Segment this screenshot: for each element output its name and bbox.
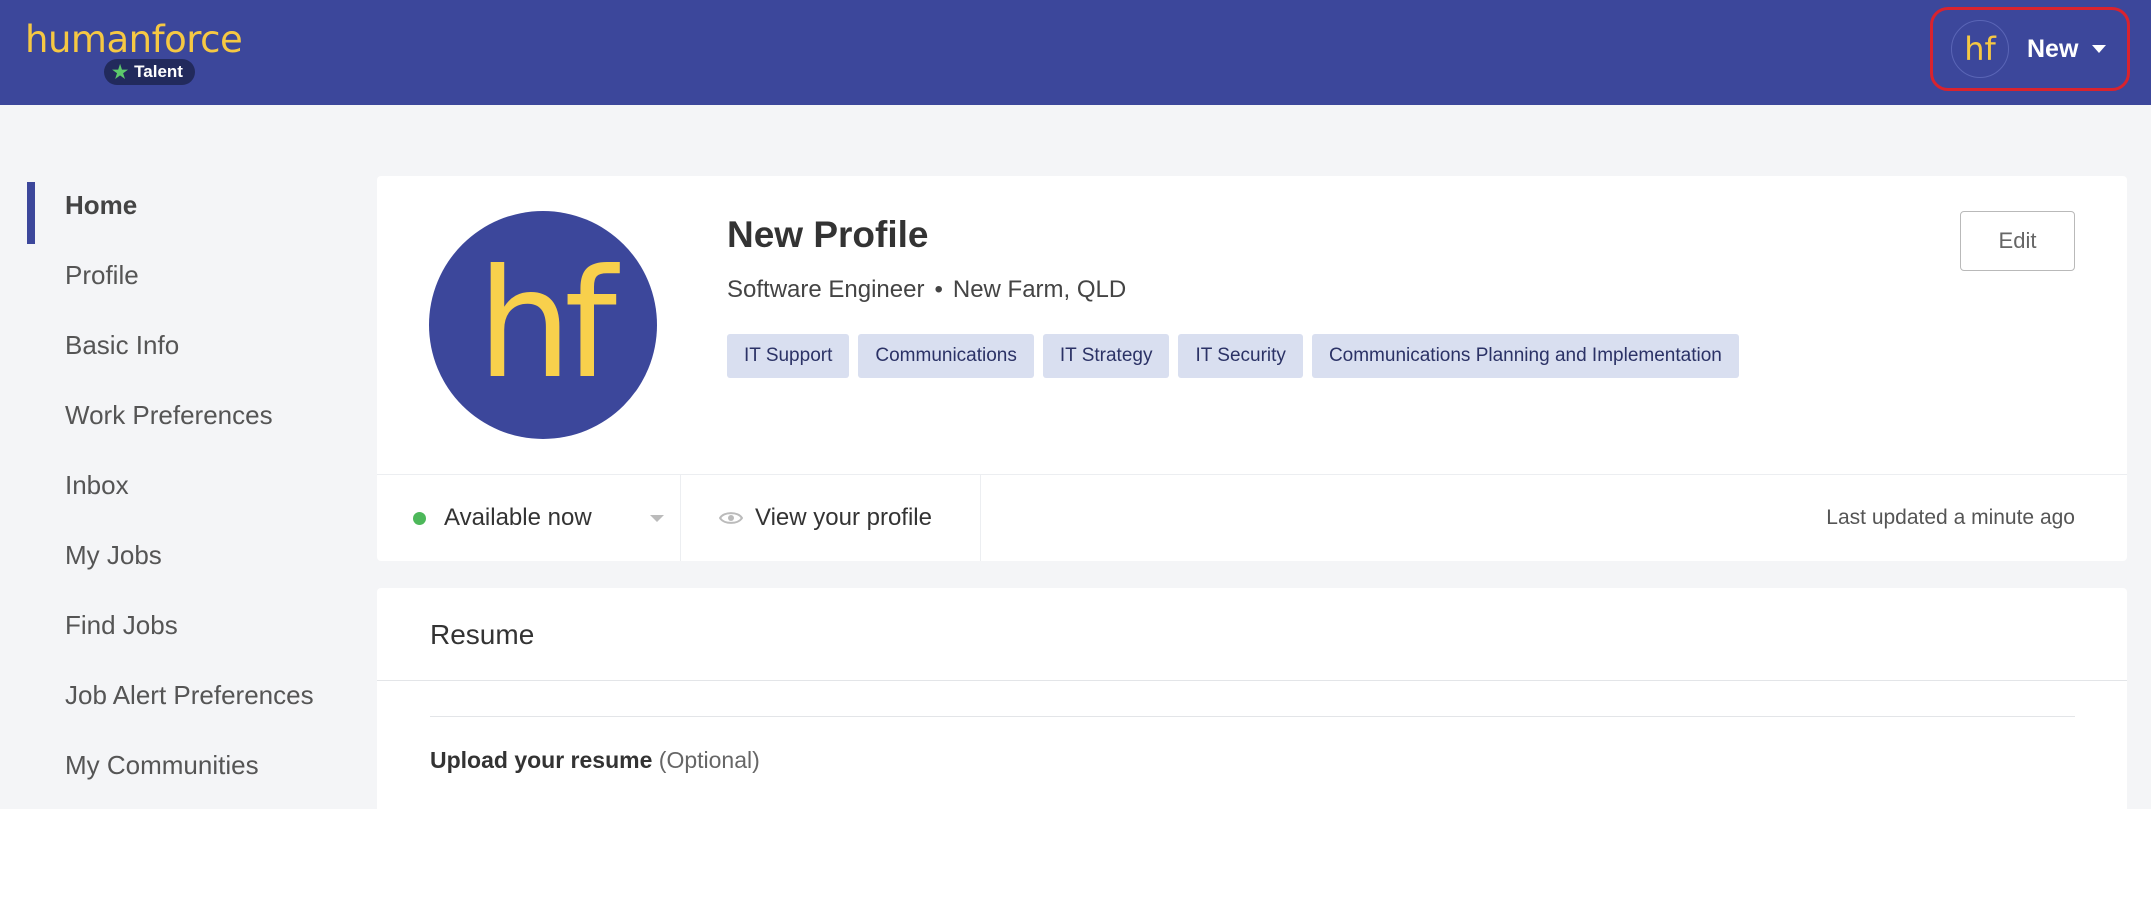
resume-heading: Resume <box>430 619 535 650</box>
app: humanforce ★ Talent hf New Home Profile … <box>0 0 2151 809</box>
caret-down-icon <box>650 515 664 522</box>
eye-icon <box>719 512 743 524</box>
skill-tag: Communications <box>858 334 1034 378</box>
account-avatar: hf <box>1951 20 2009 78</box>
last-updated-text: Last updated a minute ago <box>1826 506 2075 529</box>
chevron-down-icon <box>2092 45 2107 53</box>
view-profile-link[interactable]: View your profile <box>681 475 981 561</box>
profile-job-title: Software Engineer <box>727 276 925 303</box>
sidebar-item-home[interactable]: Home <box>0 170 340 244</box>
divider <box>377 680 2127 681</box>
availability-label: Available now <box>444 504 592 531</box>
availability-dropdown[interactable]: Available now <box>377 475 681 561</box>
view-profile-label: View your profile <box>755 504 932 531</box>
sidebar-item-my-communities[interactable]: My Communities <box>0 730 340 800</box>
divider <box>430 716 2075 717</box>
skill-tag: Communications Planning and Implementati… <box>1311 334 1739 378</box>
sidebar-item-find-jobs[interactable]: Find Jobs <box>0 590 340 660</box>
skill-tag: IT Security <box>1178 334 1303 378</box>
sidebar-item-work-preferences[interactable]: Work Preferences <box>0 380 340 450</box>
sidebar-item-job-alert-preferences[interactable]: Job Alert Preferences <box>0 660 340 730</box>
humanforce-logo[interactable]: humanforce ★ Talent <box>25 18 243 88</box>
top-bar: humanforce ★ Talent hf New <box>0 0 2151 105</box>
sidebar-item-profile[interactable]: Profile <box>0 240 340 310</box>
edit-profile-button[interactable]: Edit <box>1960 211 2075 271</box>
profile-name: New Profile <box>727 214 929 255</box>
star-icon: ★ <box>112 61 129 82</box>
logo-wordmark: humanforce <box>25 18 243 61</box>
sidebar-item-my-jobs[interactable]: My Jobs <box>0 520 340 590</box>
skill-tags: IT Support Communications IT Strategy IT… <box>727 334 1739 378</box>
talent-badge-label: Talent <box>134 62 183 81</box>
status-dot-icon <box>413 511 426 525</box>
upload-resume-label[interactable]: Upload your resume (Optional) <box>430 747 760 774</box>
profile-subtitle: Software Engineer • New Farm, QLD <box>727 276 1126 304</box>
skill-tag: IT Strategy <box>1042 334 1170 378</box>
profile-card: hf New Profile Software Engineer • New F… <box>377 176 2127 561</box>
account-menu-button[interactable]: hf New <box>1930 7 2130 91</box>
bullet-separator: • <box>934 276 943 303</box>
sidebar-item-inbox[interactable]: Inbox <box>0 450 340 520</box>
resume-card: Resume Upload your resume (Optional) <box>377 588 2127 809</box>
upload-resume-text: Upload your resume <box>430 747 653 773</box>
account-name: New <box>2027 34 2079 63</box>
profile-location: New Farm, QLD <box>952 276 1127 303</box>
optional-text: (Optional) <box>658 747 760 773</box>
profile-avatar: hf <box>429 211 657 439</box>
skill-tag: IT Support <box>727 334 850 378</box>
talent-badge: ★ Talent <box>104 59 195 85</box>
sidebar-item-basic-info[interactable]: Basic Info <box>0 310 340 380</box>
sidebar-nav: Home Profile Basic Info Work Preferences… <box>0 170 340 800</box>
